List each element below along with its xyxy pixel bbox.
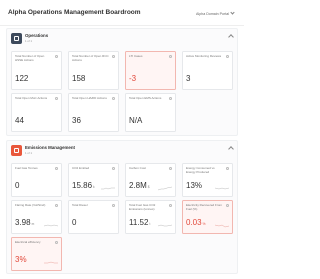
kpi-label: Flaring Rate (Vol/Stnd): [15, 203, 46, 207]
operations-header[interactable]: Operations 1 of 1: [11, 33, 235, 45]
kpi-value: 0: [72, 218, 77, 227]
kpi-label: Energy Consumed vs Energy Produced: [186, 166, 215, 174]
page-title: Alpha Operations Management Boardroom: [8, 9, 141, 16]
info-icon[interactable]: [54, 96, 58, 100]
kpi-value: N/A: [129, 116, 143, 125]
kpi-label: Total Number of Open RCC Actions: [72, 54, 109, 62]
kpi-value: 13%: [186, 181, 203, 190]
kpi-label: Total Number of Open HSSE Actions: [15, 54, 45, 62]
emissions-subtitle: 1 of 1: [25, 151, 32, 155]
chevron-up-icon[interactable]: [228, 34, 234, 40]
kpi-value: -3: [129, 74, 137, 83]
kpi-label: Carbon Cost: [129, 166, 146, 170]
sparkline: [215, 224, 229, 228]
sparkline: [215, 187, 229, 190]
kpi-value: 3%: [15, 255, 27, 264]
kpi-label: Total Diesel: [72, 203, 88, 207]
kpi-unit: k: [93, 185, 95, 189]
kpi-label: Electrical efficiency: [15, 240, 41, 244]
info-icon[interactable]: [54, 54, 58, 58]
kpi-unit: m: [31, 222, 35, 226]
chevron-down-icon: [230, 10, 235, 15]
kpi-label: Fuel Gas Tonnes: [15, 166, 38, 170]
info-icon[interactable]: [168, 203, 172, 207]
operations-subtitle: 1 of 1: [25, 39, 32, 43]
sparkline: [158, 224, 172, 227]
kpi-label: CO2 Emitted: [72, 166, 90, 170]
kpi-card-fuel-gas-co2[interactable]: Total Fuel Gas CO2 Emissions (tonnes) 11…: [125, 200, 176, 234]
info-icon[interactable]: [225, 54, 229, 58]
kpi-card-co2-emitted[interactable]: CO2 Emitted 15.86k: [68, 163, 119, 197]
sparkline: [44, 261, 58, 264]
kpi-value: 44: [15, 116, 24, 125]
info-icon[interactable]: [111, 203, 115, 207]
info-icon[interactable]: [111, 96, 115, 100]
kpi-value: 122: [15, 74, 29, 83]
kpi-unit: t: [149, 222, 151, 226]
sparkline: [44, 224, 58, 227]
sparkline: [158, 186, 172, 191]
kpi-label: LTI Cases: [129, 54, 143, 58]
operations-icon: [11, 33, 22, 44]
info-icon[interactable]: [168, 96, 172, 100]
info-icon[interactable]: [168, 166, 172, 170]
emissions-header[interactable]: Emissions Management 1 of 1: [11, 145, 235, 157]
kpi-card-rcc-actions[interactable]: Total Number of Open RCC Actions 158: [68, 51, 119, 90]
kpi-card-moc-actions[interactable]: Total Open MoC Actions 44: [11, 93, 62, 132]
kpi-label: Total Open HAZID Actions: [72, 96, 107, 100]
portal-picker[interactable]: Alpha Domain Portal: [196, 10, 235, 16]
info-icon[interactable]: [225, 203, 229, 207]
kpi-card-hazid-actions[interactable]: Total Open HAZID Actions 36: [68, 93, 119, 132]
kpi-card-flaring-rate[interactable]: Flaring Rate (Vol/Stnd) 3.98m: [11, 200, 62, 234]
kpi-value: 15.86k: [72, 181, 95, 190]
kpi-value: 0: [15, 181, 20, 190]
info-icon[interactable]: [54, 240, 58, 244]
kpi-card-total-diesel[interactable]: Total Diesel 0: [68, 200, 119, 234]
operations-title: Operations: [25, 33, 49, 38]
top-bar: Alpha Operations Management Boardroom Al…: [0, 0, 244, 26]
kpi-value: 3: [186, 74, 191, 83]
kpi-card-energy-ratio[interactable]: Energy Consumed vs Energy Produced 13%: [182, 163, 233, 197]
chevron-up-icon[interactable]: [228, 146, 234, 152]
kpi-card-carbon-cost[interactable]: Carbon Cost 2.8M$: [125, 163, 176, 197]
kpi-card-lti-cases[interactable]: LTI Cases -3: [125, 51, 176, 90]
operations-section: Operations 1 of 1 Total Number of Open H…: [6, 28, 238, 136]
kpi-card-electricity-recovered[interactable]: Electricity Recovered From Fuel (%) 0.03…: [182, 200, 233, 234]
kpi-value: 36: [72, 116, 81, 125]
info-icon[interactable]: [111, 166, 115, 170]
kpi-card-electrical-efficiency[interactable]: Electrical efficiency 3%: [11, 237, 62, 271]
kpi-value: 158: [72, 74, 86, 83]
info-icon[interactable]: [168, 54, 172, 58]
info-icon[interactable]: [111, 54, 115, 58]
kpi-value: 0.03%: [186, 218, 206, 227]
kpi-value: 11.52t: [129, 218, 151, 227]
info-icon[interactable]: [225, 166, 229, 170]
kpi-unit: %: [202, 222, 206, 226]
emissions-icon: [11, 145, 22, 156]
kpi-value: 3.98m: [15, 218, 35, 227]
portal-picker-label: Alpha Domain Portal: [196, 12, 229, 16]
kpi-label: Electricity Recovered From Fuel (%): [186, 203, 223, 211]
kpi-value: 2.8M$: [129, 181, 150, 190]
kpi-label: Total Fuel Gas CO2 Emissions (tonnes): [129, 203, 156, 211]
kpi-card-fuel-gas-tonnes[interactable]: Fuel Gas Tonnes 0: [11, 163, 62, 197]
kpi-label: Active Monitoring Reviews: [186, 54, 222, 58]
kpi-unit: $: [147, 185, 150, 189]
emissions-section: Emissions Management 1 of 1 Fuel Gas Ton…: [6, 140, 238, 274]
sparkline: [101, 187, 115, 190]
kpi-label: Total Open EMS Actions: [129, 96, 162, 100]
info-icon[interactable]: [54, 166, 58, 170]
kpi-card-monitoring-reviews[interactable]: Active Monitoring Reviews 3: [182, 51, 233, 90]
info-icon[interactable]: [54, 203, 58, 207]
kpi-card-hsse-actions[interactable]: Total Number of Open HSSE Actions 122: [11, 51, 62, 90]
emissions-title: Emissions Management: [25, 145, 76, 150]
kpi-card-ems-actions[interactable]: Total Open EMS Actions N/A: [125, 93, 176, 132]
kpi-label: Total Open MoC Actions: [15, 96, 48, 100]
